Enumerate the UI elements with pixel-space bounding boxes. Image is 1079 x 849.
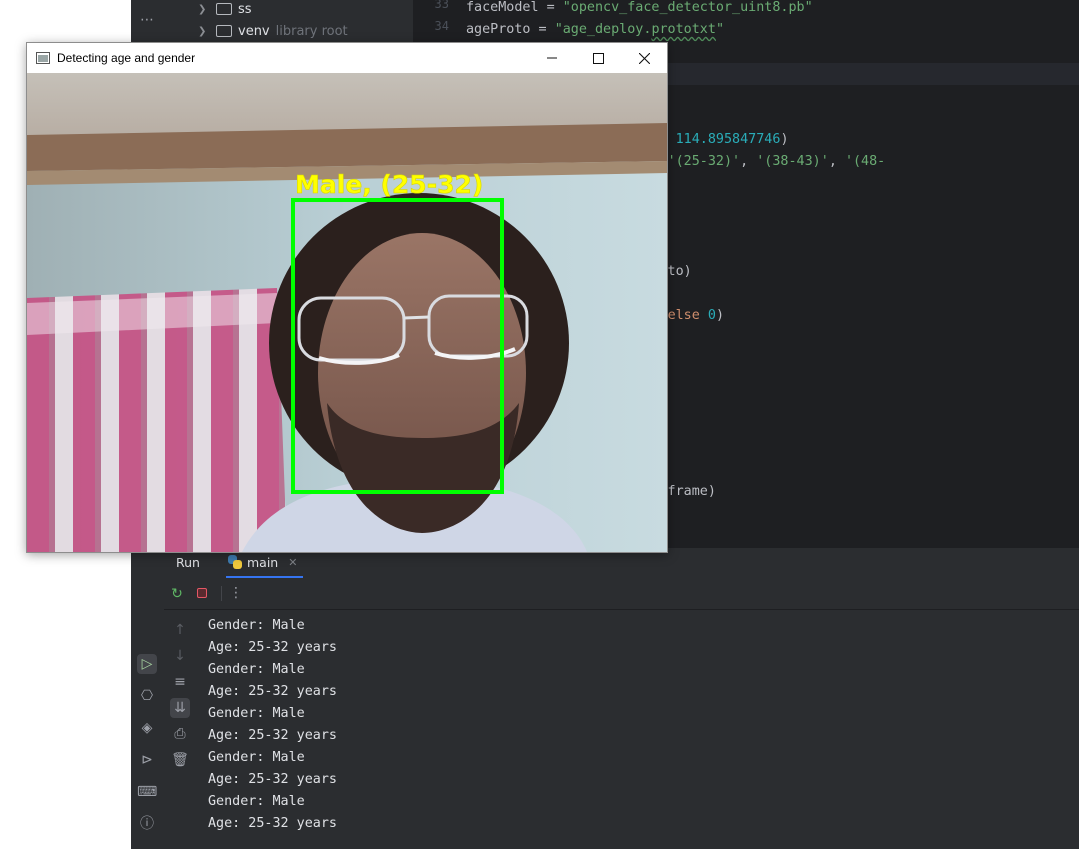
line-number: 34 bbox=[434, 19, 449, 33]
project-tree: ❯ ss ❯ venv library root bbox=[164, 0, 413, 42]
code-token: , bbox=[740, 154, 757, 169]
layers-icon[interactable]: ◈ bbox=[137, 718, 157, 738]
app-icon bbox=[36, 52, 50, 64]
trash-icon[interactable]: 🗑 bbox=[170, 750, 190, 770]
close-icon[interactable]: ✕ bbox=[288, 556, 297, 569]
maximize-button[interactable] bbox=[575, 43, 621, 73]
stop-icon[interactable] bbox=[197, 588, 207, 598]
more-icon[interactable]: ⋯ bbox=[137, 10, 157, 30]
code-token: 0 bbox=[707, 308, 716, 323]
python-icon bbox=[228, 555, 242, 569]
tree-item-label: ss bbox=[238, 1, 252, 17]
console-line: Gender: Male bbox=[208, 618, 305, 633]
code-token: "age_deploy. bbox=[554, 22, 652, 37]
toolbar-divider bbox=[221, 586, 222, 601]
tree-item-hint: library root bbox=[275, 23, 348, 39]
code-token: '(38-43)' bbox=[756, 154, 829, 169]
code-token: else bbox=[667, 308, 700, 323]
code-token: ) bbox=[780, 132, 789, 147]
run-panel-title: Run bbox=[176, 555, 200, 570]
tab-main-label: main bbox=[247, 554, 279, 570]
folder-icon bbox=[216, 3, 232, 15]
window-title: Detecting age and gender bbox=[57, 51, 196, 65]
run-toolbar: ↻ ⋮ bbox=[164, 578, 1079, 610]
code-token: faceModel = bbox=[466, 0, 563, 15]
tree-item-label: venv bbox=[238, 23, 270, 39]
problems-icon[interactable]: ⓘ bbox=[137, 814, 157, 834]
console-line: Gender: Male bbox=[208, 794, 305, 809]
code-token: "opencv_face_detector_uint8.pb" bbox=[562, 0, 813, 15]
code-token: prototxt bbox=[651, 22, 716, 37]
code-token: ageProto = bbox=[466, 22, 555, 37]
close-button[interactable] bbox=[621, 43, 667, 73]
console-line: Age: 25-32 years bbox=[208, 728, 337, 743]
more-vertical-icon[interactable]: ⋮ bbox=[226, 583, 246, 603]
rerun-icon[interactable]: ↻ bbox=[167, 584, 187, 604]
close-icon bbox=[638, 52, 650, 64]
python-packages-icon[interactable]: ⎔ bbox=[137, 686, 157, 706]
opencv-window[interactable]: Detecting age and gender Male, (25-32) bbox=[26, 42, 668, 553]
scroll-to-end-icon[interactable]: ⇊ bbox=[170, 698, 190, 718]
code-token: " bbox=[715, 22, 724, 37]
tree-item-venv[interactable]: ❯ venv library root bbox=[164, 20, 348, 42]
folder-icon bbox=[216, 25, 232, 37]
console-line: Gender: Male bbox=[208, 706, 305, 721]
code-token: '(48- bbox=[844, 154, 886, 169]
soft-wrap-icon[interactable]: ≡ bbox=[170, 672, 190, 692]
maximize-icon bbox=[592, 52, 604, 64]
console-line: Age: 25-32 years bbox=[208, 684, 337, 699]
console-side-toolbar: ↑ ↓ ≡ ⇊ ⎙ 🗑 bbox=[164, 610, 196, 849]
console-line: Age: 25-32 years bbox=[208, 816, 337, 831]
run-tool-icon[interactable]: ▷ bbox=[137, 654, 157, 674]
webcam-scene: Male, (25-32) bbox=[27, 73, 667, 552]
console-line: Age: 25-32 years bbox=[208, 772, 337, 787]
opencv-titlebar[interactable]: Detecting age and gender bbox=[27, 43, 667, 73]
arrow-up-icon[interactable]: ↑ bbox=[170, 620, 190, 640]
code-token: ) bbox=[715, 308, 724, 323]
minimize-icon bbox=[547, 57, 557, 59]
code-token: 114.895847746 bbox=[675, 132, 781, 147]
code-token: '(25-32)' bbox=[667, 154, 741, 169]
webcam-frame: Male, (25-32) bbox=[27, 73, 667, 552]
terminal-icon[interactable]: ⌨ bbox=[137, 782, 157, 802]
print-icon[interactable]: ⎙ bbox=[170, 724, 190, 744]
chevron-right-icon[interactable]: ❯ bbox=[198, 26, 212, 37]
arrow-down-icon[interactable]: ↓ bbox=[170, 646, 190, 666]
console-line: Age: 25-32 years bbox=[208, 610, 337, 611]
code-token: , bbox=[828, 154, 845, 169]
line-number: 33 bbox=[434, 0, 449, 11]
console-output[interactable]: Age: 25-32 years Gender: Male Age: 25-32 y… bbox=[196, 610, 1079, 849]
services-icon[interactable]: ⊳ bbox=[137, 750, 157, 770]
console-line: Gender: Male bbox=[208, 750, 305, 765]
code-line: ageProto = "age_deploy.prototxt" bbox=[466, 19, 724, 41]
tree-item-ss[interactable]: ❯ ss bbox=[164, 0, 252, 20]
detection-label: Male, (25-32) bbox=[295, 170, 483, 199]
console-line: Gender: Male bbox=[208, 662, 305, 677]
minimize-button[interactable] bbox=[529, 43, 575, 73]
code-line: faceModel = "opencv_face_detector_uint8.… bbox=[466, 0, 813, 19]
chevron-right-icon[interactable]: ❯ bbox=[198, 4, 212, 15]
console-line: Age: 25-32 years bbox=[208, 640, 337, 655]
